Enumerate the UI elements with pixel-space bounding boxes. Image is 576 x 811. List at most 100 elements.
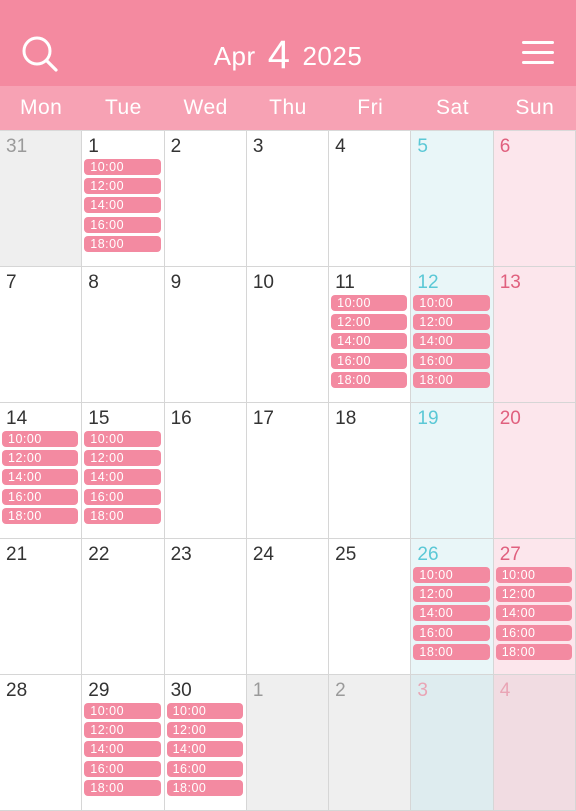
time-slot[interactable]: 14:00 (2, 469, 79, 486)
day-cell[interactable]: 10 (246, 267, 330, 403)
time-slot[interactable]: 18:00 (84, 779, 161, 796)
time-slot[interactable]: 16:00 (413, 352, 490, 369)
time-slot[interactable]: 18:00 (413, 643, 490, 660)
time-slot[interactable]: 12:00 (2, 450, 79, 467)
time-slot[interactable]: 12:00 (413, 314, 490, 331)
day-cell[interactable]: 9 (164, 267, 247, 403)
time-slot[interactable]: 10:00 (2, 431, 79, 447)
day-cell[interactable]: 27 10:00 12:00 14:00 16:00 18:00 (493, 539, 576, 675)
menu-button[interactable] (520, 38, 556, 68)
time-slot[interactable]: 16:00 (413, 624, 490, 641)
day-number: 31 (6, 136, 28, 157)
day-cell[interactable]: 13 (493, 267, 576, 403)
day-number: 25 (335, 544, 357, 565)
time-slot[interactable]: 16:00 (495, 624, 572, 641)
day-cell[interactable]: 8 (82, 267, 165, 403)
day-cell[interactable]: 15 10:00 12:00 14:00 16:00 18:00 (82, 403, 165, 539)
day-cell[interactable]: 2 (164, 131, 247, 267)
time-slot[interactable]: 18:00 (84, 235, 161, 252)
time-slot[interactable]: 16:00 (84, 760, 161, 777)
day-cell[interactable]: 21 (0, 539, 83, 675)
day-cell[interactable]: 4 (493, 675, 576, 811)
time-slot[interactable]: 10:00 (84, 159, 161, 175)
time-slot[interactable]: 16:00 (331, 352, 408, 369)
time-slot[interactable]: 14:00 (331, 333, 408, 350)
month-number: 4 (267, 33, 291, 77)
calendar-header: Apr 4 2025 (0, 0, 576, 86)
day-cell[interactable]: 28 (0, 675, 83, 811)
day-number: 2 (170, 136, 182, 157)
time-slot[interactable]: 14:00 (84, 741, 161, 758)
time-slot[interactable]: 10:00 (413, 567, 490, 583)
time-slot[interactable]: 14:00 (495, 605, 572, 622)
day-cell[interactable]: 2 (329, 675, 412, 811)
day-number: 14 (6, 408, 28, 429)
time-slot-list: 10:00 12:00 14:00 16:00 18:00 (2, 431, 79, 527)
day-cell[interactable]: 1 (246, 675, 330, 811)
time-slot[interactable]: 10:00 (84, 703, 161, 719)
time-slot[interactable]: 10:00 (413, 295, 490, 311)
day-cell[interactable]: 14 10:00 12:00 14:00 16:00 18:00 (0, 403, 83, 539)
day-cell[interactable]: 6 (493, 131, 576, 267)
day-cell[interactable]: 30 10:00 12:00 14:00 16:00 18:00 (164, 675, 247, 811)
time-slot[interactable]: 16:00 (84, 488, 161, 505)
day-cell[interactable]: 31 (0, 131, 83, 267)
day-cell[interactable]: 22 (82, 539, 165, 675)
time-slot[interactable]: 16:00 (166, 760, 243, 777)
weekday-sat: Sat (436, 96, 470, 119)
time-slot[interactable]: 18:00 (166, 779, 243, 796)
time-slot[interactable]: 12:00 (166, 722, 243, 739)
day-number: 12 (417, 272, 439, 293)
day-number: 20 (499, 408, 521, 429)
time-slot[interactable]: 14:00 (413, 605, 490, 622)
day-cell[interactable]: 19 (411, 403, 494, 539)
day-cell[interactable]: 17 (246, 403, 330, 539)
month-name: Apr (213, 41, 256, 71)
day-cell[interactable]: 4 (329, 131, 412, 267)
time-slot[interactable]: 10:00 (331, 295, 408, 311)
day-number: 23 (170, 544, 192, 565)
day-cell[interactable]: 16 (164, 403, 247, 539)
time-slot[interactable]: 12:00 (84, 722, 161, 739)
time-slot[interactable]: 10:00 (84, 431, 161, 447)
time-slot[interactable]: 18:00 (331, 371, 408, 388)
time-slot[interactable]: 18:00 (84, 507, 161, 524)
time-slot[interactable]: 14:00 (84, 197, 161, 214)
day-cell[interactable]: 1 10:00 12:00 14:00 16:00 18:00 (82, 131, 165, 267)
day-cell[interactable]: 3 (411, 675, 494, 811)
day-cell[interactable]: 5 (411, 131, 494, 267)
day-cell[interactable]: 20 (493, 403, 576, 539)
time-slot[interactable]: 18:00 (495, 643, 572, 660)
time-slot[interactable]: 10:00 (495, 567, 572, 583)
day-cell[interactable]: 29 10:00 12:00 14:00 16:00 18:00 (82, 675, 165, 811)
time-slot[interactable]: 12:00 (84, 450, 161, 467)
day-cell[interactable]: 24 (246, 539, 330, 675)
day-cell[interactable]: 7 (0, 267, 83, 403)
day-cell[interactable]: 25 (329, 539, 412, 675)
time-slot[interactable]: 14:00 (413, 333, 490, 350)
day-number: 2 (335, 680, 346, 701)
day-cell[interactable]: 26 10:00 12:00 14:00 16:00 18:00 (411, 539, 494, 675)
time-slot[interactable]: 12:00 (413, 586, 490, 603)
time-slot[interactable]: 12:00 (495, 586, 572, 603)
day-number: 24 (252, 544, 274, 565)
time-slot[interactable]: 18:00 (413, 371, 490, 388)
time-slot[interactable]: 18:00 (2, 507, 79, 524)
time-slot[interactable]: 16:00 (84, 216, 161, 233)
time-slot[interactable]: 10:00 (166, 703, 243, 719)
time-slot[interactable]: 12:00 (84, 178, 161, 195)
day-cell[interactable]: 18 (329, 403, 412, 539)
day-number: 3 (252, 136, 264, 157)
day-number: 29 (88, 680, 110, 701)
weekday-thu: Thu (269, 96, 307, 119)
day-cell[interactable]: 12 10:00 12:00 14:00 16:00 18:00 (411, 267, 494, 403)
time-slot-list: 10:00 12:00 14:00 16:00 18:00 (166, 703, 243, 799)
day-cell[interactable]: 3 (246, 131, 330, 267)
day-cell[interactable]: 23 (164, 539, 247, 675)
time-slot[interactable]: 16:00 (2, 488, 79, 505)
time-slot[interactable]: 12:00 (331, 314, 408, 331)
day-number: 18 (335, 408, 357, 429)
time-slot[interactable]: 14:00 (166, 741, 243, 758)
day-cell[interactable]: 11 10:00 12:00 14:00 16:00 18:00 (329, 267, 412, 403)
time-slot[interactable]: 14:00 (84, 469, 161, 486)
